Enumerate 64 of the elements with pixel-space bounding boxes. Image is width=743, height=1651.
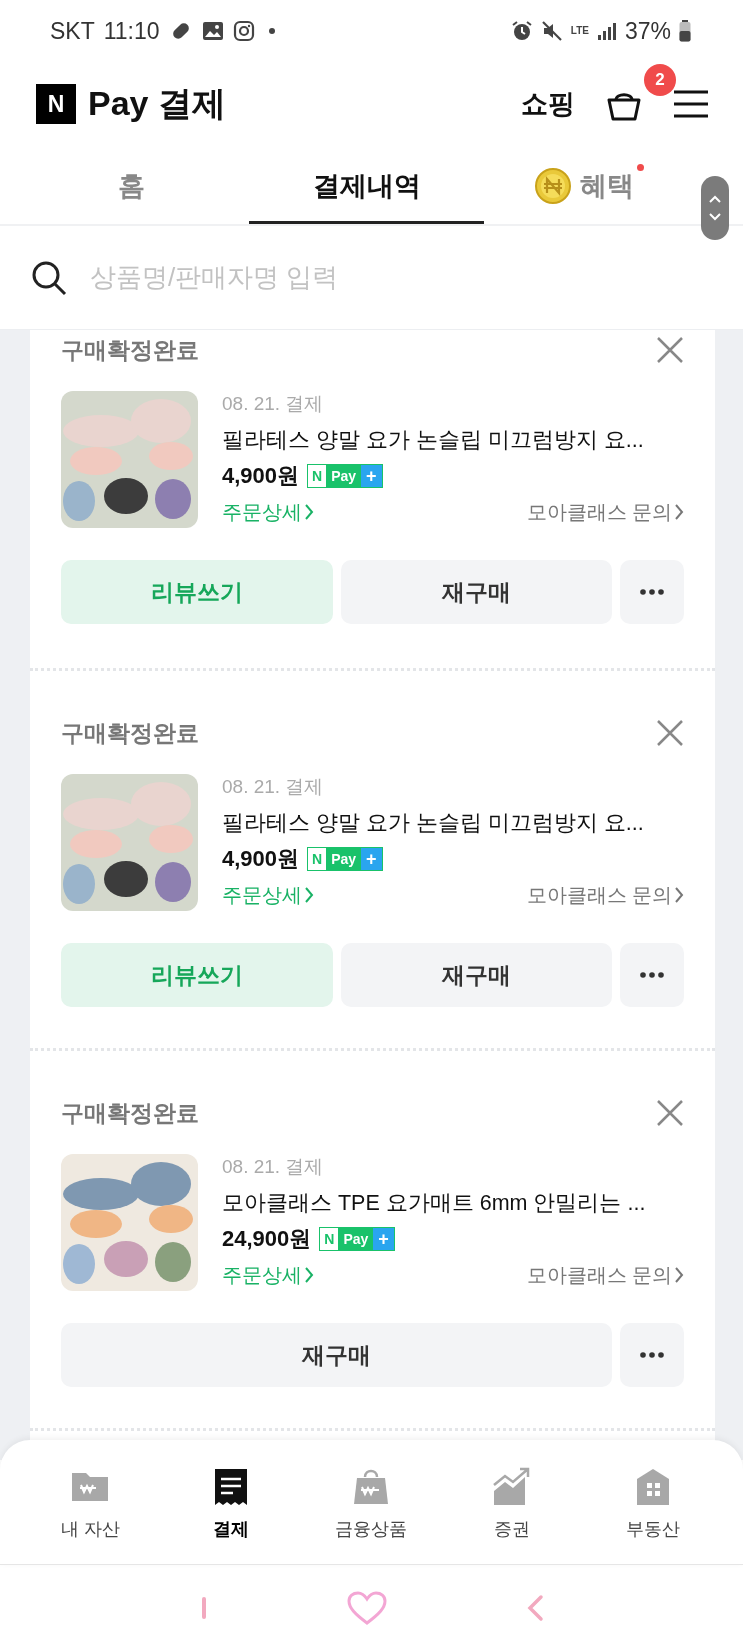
tab[interactable]: 혜택	[484, 146, 684, 224]
payment-date: 08. 21. 결제	[222, 392, 325, 416]
reorder-button[interactable]: 재구매	[340, 560, 612, 624]
nav-tab[interactable]: 증권	[441, 1440, 583, 1564]
page-title: Pay 결제	[88, 83, 226, 124]
image-icon	[201, 20, 224, 42]
status-label: 구매확정완료	[61, 335, 199, 365]
npay-plus-badge: N Pay +	[307, 847, 383, 872]
more-icon	[640, 972, 664, 978]
price: 24,900원	[222, 1225, 312, 1254]
nav-tab[interactable]: 금융상품	[301, 1440, 442, 1564]
cart-count-badge: 2	[644, 64, 676, 96]
more-button[interactable]	[620, 943, 684, 1007]
camera-icon	[232, 20, 255, 42]
seller-inquiry-link[interactable]: 모아클래스 문의	[526, 1261, 684, 1289]
payment-date: 08. 21. 결제	[222, 775, 325, 799]
more-icon	[640, 1352, 664, 1358]
status-label: 구매확정완료	[61, 718, 199, 748]
heart-icon[interactable]	[346, 1590, 389, 1626]
more-button[interactable]	[620, 1323, 684, 1387]
nav-tab[interactable]: 내 자산	[20, 1440, 161, 1564]
mute-icon	[540, 20, 563, 42]
clock: 11:10	[103, 17, 160, 45]
chevron-right-icon	[674, 886, 684, 905]
shopping-link[interactable]: 쇼핑	[521, 86, 575, 122]
battery-icon	[679, 20, 691, 42]
status-label: 구매확정완료	[61, 1098, 199, 1128]
chevron-right-icon	[674, 1266, 684, 1285]
product-name[interactable]: 필라테스 양말 요가 논슬립 미끄럼방지 요...	[222, 424, 684, 454]
logo-mark: N	[36, 84, 76, 124]
battery-percent: 37%	[624, 17, 671, 45]
close-icon[interactable]	[656, 719, 684, 747]
price: 4,900원	[222, 462, 300, 491]
close-icon[interactable]	[656, 1099, 684, 1127]
coin-icon	[534, 167, 572, 205]
close-icon[interactable]	[656, 336, 684, 364]
more-button[interactable]	[620, 560, 684, 624]
reorder-button[interactable]: 재구매	[61, 1323, 612, 1387]
payment-date: 08. 21. 결제	[222, 1155, 325, 1179]
menu-icon[interactable]	[673, 89, 709, 119]
network-label: LTE	[570, 26, 589, 36]
search-field[interactable]: 상품명/판매자명 입력	[88, 261, 713, 294]
reorder-button[interactable]: 재구매	[340, 943, 612, 1007]
carrier-name: SKT	[50, 17, 95, 45]
back-icon[interactable]	[526, 1594, 545, 1622]
price: 4,900원	[222, 845, 300, 874]
chevron-right-icon	[304, 886, 314, 905]
chevron-right-icon	[304, 1266, 314, 1285]
alarm-icon	[510, 20, 533, 42]
seller-inquiry-link[interactable]: 모아클래스 문의	[526, 498, 684, 526]
seller-inquiry-link[interactable]: 모아클래스 문의	[526, 881, 684, 909]
tab[interactable]: 결제내역	[249, 146, 484, 224]
chevron-right-icon	[674, 503, 684, 522]
nav-tab[interactable]: 결제	[160, 1440, 302, 1564]
scroll-handle-icon[interactable]	[701, 176, 729, 240]
npay-plus-badge: N Pay +	[319, 1227, 395, 1252]
signal-icon	[596, 21, 617, 41]
npay-plus-badge: N Pay +	[307, 464, 383, 489]
nav-tab[interactable]: 부동산	[582, 1440, 723, 1564]
chevron-right-icon	[304, 503, 314, 522]
more-icon	[640, 589, 664, 595]
tab[interactable]: 홈	[14, 146, 249, 224]
product-name[interactable]: 모아클래스 TPE 요가매트 6mm 안밀리는 ...	[222, 1187, 684, 1217]
product-name[interactable]: 필라테스 양말 요가 논슬립 미끄럼방지 요...	[222, 807, 684, 837]
